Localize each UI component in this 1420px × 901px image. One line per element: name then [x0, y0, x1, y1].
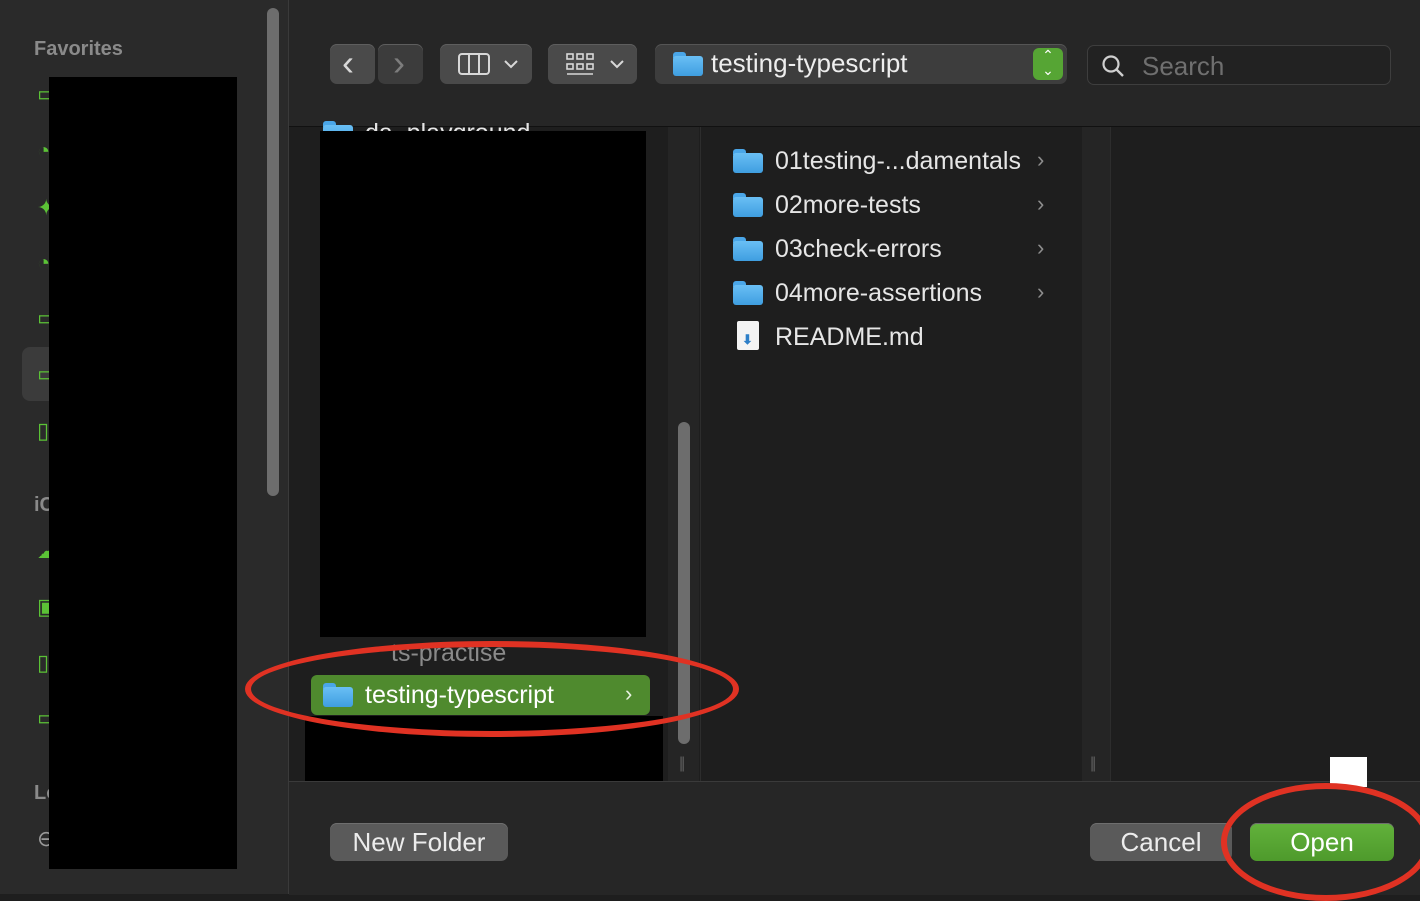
- search-field[interactable]: [1087, 45, 1391, 85]
- chevron-down-icon: [504, 60, 518, 69]
- group-by-button[interactable]: [548, 44, 637, 84]
- chevron-down-icon: [610, 60, 624, 69]
- browser-column-3: [1110, 127, 1420, 781]
- list-item[interactable]: 01testing-...damentals ›: [701, 141, 1071, 181]
- overlay-patch: [1330, 757, 1367, 787]
- redacted-area: [320, 131, 646, 637]
- toolbar: ‹ › testing-typescript ⌃ ⌄: [289, 0, 1420, 127]
- chevron-right-icon: ›: [1037, 147, 1045, 172]
- chevron-right-icon: ›: [1037, 235, 1045, 260]
- view-mode-button[interactable]: [440, 44, 532, 84]
- folder-icon: [733, 237, 763, 261]
- apps-icon[interactable]: ✦: [37, 197, 49, 219]
- chevron-right-icon: ›: [625, 681, 633, 706]
- columns-view-icon: [458, 53, 490, 75]
- folder-icon[interactable]: ▭: [37, 707, 49, 729]
- path-popup-label: testing-typescript: [711, 48, 908, 78]
- doc-icon[interactable]: ▯: [37, 420, 49, 442]
- selected-folder-label: testing-typescript: [365, 681, 554, 709]
- forward-button[interactable]: ›: [378, 42, 423, 84]
- open-button[interactable]: Open: [1250, 823, 1394, 861]
- column-scrollbar[interactable]: [678, 422, 690, 744]
- list-item[interactable]: 03check-errors ›: [701, 229, 1071, 269]
- redacted-area: [49, 77, 237, 869]
- column-resize-handle[interactable]: ||: [1090, 755, 1096, 773]
- cloud-icon[interactable]: ☁: [37, 540, 49, 562]
- chevron-left-icon: ‹: [342, 42, 354, 83]
- sidebar: Favorites ▭ ◔ ✦ ◔ ▭ ▭ ▯ iC ☁ ▣ ▯ ▭ Lo ⊖: [0, 0, 289, 894]
- sidebar-scrollbar[interactable]: [267, 8, 279, 496]
- folder-icon[interactable]: ▭: [37, 307, 49, 329]
- list-item[interactable]: ts-practise: [291, 633, 641, 673]
- drive-icon[interactable]: ▣: [37, 596, 49, 618]
- clock-icon[interactable]: ◔: [37, 140, 49, 162]
- back-button[interactable]: ‹: [330, 42, 375, 84]
- bottom-bar: New Folder Cancel Open: [289, 781, 1420, 895]
- redacted-area: [305, 716, 663, 781]
- chevron-right-icon: ›: [1037, 279, 1045, 304]
- search-icon: [1102, 55, 1124, 77]
- sidebar-heading-favorites: Favorites: [34, 38, 123, 60]
- new-folder-button[interactable]: New Folder: [330, 823, 508, 861]
- column-scroll-gutter: [1082, 127, 1110, 781]
- selected-folder-row[interactable]: testing-typescript ›: [311, 675, 650, 715]
- chevron-right-icon: ›: [393, 42, 405, 83]
- search-input[interactable]: [1140, 50, 1384, 82]
- browser-column-2: 01testing-...damentals › 02more-tests › …: [700, 127, 1110, 781]
- folder-icon: [673, 52, 703, 76]
- chevron-right-icon: ›: [1037, 191, 1045, 216]
- folder-icon[interactable]: ▭: [37, 363, 49, 385]
- cancel-button[interactable]: Cancel: [1090, 823, 1232, 861]
- folder-icon: [733, 149, 763, 173]
- disk-icon[interactable]: ⊖: [37, 828, 49, 850]
- list-item[interactable]: ⬇ README.md: [701, 317, 1071, 357]
- doc-icon[interactable]: ▯: [37, 652, 49, 674]
- path-popup[interactable]: testing-typescript ⌃ ⌄: [655, 44, 1067, 84]
- download-icon[interactable]: ◔: [37, 252, 49, 274]
- up-down-chevron-icon[interactable]: ⌃ ⌄: [1033, 48, 1063, 80]
- folder-icon: [323, 683, 353, 707]
- list-item[interactable]: 02more-tests ›: [701, 185, 1071, 225]
- folder-icon[interactable]: ▭: [37, 83, 49, 105]
- folder-icon: [733, 193, 763, 217]
- column-resize-handle[interactable]: ||: [679, 755, 685, 773]
- markdown-file-icon: ⬇: [737, 321, 759, 350]
- folder-icon: [733, 281, 763, 305]
- list-item[interactable]: 04more-assertions ›: [701, 273, 1071, 313]
- grid-group-icon: [566, 53, 594, 75]
